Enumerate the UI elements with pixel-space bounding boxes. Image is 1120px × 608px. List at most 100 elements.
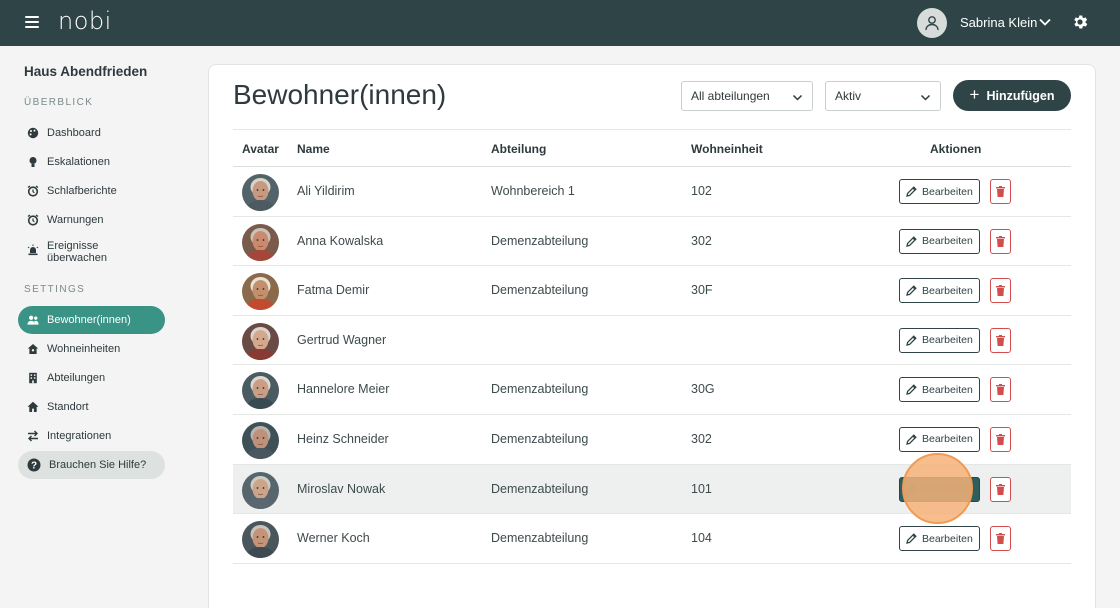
pencil-icon [906, 186, 917, 197]
table-row: Anna Kowalska Demenzabteilung 302 Bearbe… [233, 217, 1071, 267]
resident-avatar [242, 322, 279, 360]
department-filter-select[interactable]: All abteilungen [681, 81, 813, 111]
edit-button-label: Bearbeiten [922, 383, 973, 396]
sidebar-item-eskalationen[interactable]: Eskalationen [18, 148, 165, 176]
trash-icon [996, 186, 1005, 197]
edit-button-label: Bearbeiten [922, 185, 973, 198]
sidebar-item-integrationen[interactable]: Integrationen [18, 422, 165, 450]
sidebar-item-label: Wohneinheiten [47, 343, 121, 355]
resident-unit: 302 [691, 431, 712, 446]
delete-button[interactable] [990, 426, 1011, 452]
edit-button[interactable]: Bearbeiten [899, 377, 980, 403]
user-name[interactable]: Sabrina Klein [960, 15, 1037, 30]
table-row: Miroslav Nowak Demenzabteilung 101 Bearb… [233, 464, 1071, 515]
user-icon [925, 16, 939, 31]
alarm-clock-icon [27, 185, 39, 197]
table-row: Fatma Demir Demenzabteilung 30F Bearbeit… [233, 266, 1071, 316]
department-filter-value: All abteilungen [691, 89, 770, 103]
section-label-overview: ÜBERBLICK [24, 97, 94, 108]
swap-arrows-icon [27, 430, 39, 442]
app-logo: nobi [58, 7, 112, 35]
sidebar-item-label: Warnungen [47, 214, 104, 226]
edit-button-label: Bearbeiten [922, 532, 973, 545]
resident-avatar [242, 223, 279, 261]
sidebar-item-ereignisse[interactable]: Ereignisse überwachen [18, 238, 165, 270]
edit-button[interactable]: Bearbeiten [899, 476, 980, 502]
sidebar-item-label: Eskalationen [47, 156, 110, 168]
siren-icon [27, 244, 39, 256]
resident-unit: 104 [691, 531, 712, 546]
sidebar-item-label: Ereignisse überwachen [47, 240, 107, 264]
resident-name: Hannelore Meier [297, 382, 390, 397]
palette-icon [27, 127, 39, 139]
sidebar-item-standort[interactable]: Standort [18, 393, 165, 421]
resident-unit: 101 [691, 481, 712, 496]
delete-button[interactable] [990, 228, 1011, 254]
resident-avatar [242, 273, 279, 311]
resident-unit: 30F [691, 283, 713, 298]
pencil-icon [906, 235, 917, 247]
resident-avatar [242, 174, 279, 211]
resident-department: Demenzabteilung [491, 531, 589, 546]
edit-button[interactable]: Bearbeiten [899, 327, 980, 353]
edit-button[interactable]: Bearbeiten [899, 179, 980, 204]
plus-icon: + [969, 84, 980, 104]
edit-button[interactable]: Bearbeiten [899, 426, 980, 452]
column-header-actions: Aktionen [930, 142, 982, 156]
resident-department: Demenzabteilung [491, 283, 589, 298]
resident-department: Demenzabteilung [491, 481, 589, 496]
residents-card: Bewohner(innen) All abteilungen Aktiv + … [208, 64, 1096, 608]
delete-button[interactable] [990, 327, 1011, 353]
sidebar-item-wohneinheiten[interactable]: Wohneinheiten [18, 335, 165, 363]
sidebar-item-label: Bewohner(innen) [47, 314, 131, 326]
gear-icon[interactable] [1071, 13, 1089, 31]
delete-button[interactable] [990, 377, 1011, 403]
table-header: Avatar Name Abteilung Wohneinheit Aktion… [233, 129, 1071, 167]
delete-button[interactable] [990, 476, 1011, 502]
edit-button-label: Bearbeiten [922, 483, 973, 496]
resident-name: Ali Yildirim [297, 184, 355, 198]
delete-button[interactable] [990, 278, 1011, 304]
sidebar-item-schlafberichte[interactable]: Schlafberichte [18, 177, 165, 205]
resident-avatar [242, 421, 279, 459]
section-label-settings: SETTINGS [24, 284, 86, 295]
edit-button[interactable]: Bearbeiten [899, 526, 980, 552]
help-button[interactable]: ? Brauchen Sie Hilfe? [18, 451, 165, 479]
resident-name: Anna Kowalska [297, 233, 384, 248]
table-row: Hannelore Meier Demenzabteilung 30G Bear… [233, 365, 1071, 415]
sidebar-item-warnungen[interactable]: Warnungen [18, 206, 165, 234]
edit-button[interactable]: Bearbeiten [899, 228, 980, 254]
help-label: Brauchen Sie Hilfe? [49, 459, 147, 471]
resident-department: Demenzabteilung [491, 382, 589, 397]
trash-icon [996, 235, 1005, 247]
edit-button-label: Bearbeiten [922, 284, 973, 297]
resident-name: Miroslav Nowak [297, 481, 386, 496]
page-title: Bewohner(innen) [233, 79, 447, 110]
chevron-down-icon[interactable] [1038, 15, 1052, 29]
add-resident-button[interactable]: + Hinzufügen [953, 80, 1071, 111]
resident-avatar [242, 521, 279, 559]
alarm-clock-icon [27, 214, 39, 226]
delete-button[interactable] [990, 526, 1011, 552]
edit-button-label: Bearbeiten [922, 433, 973, 446]
trash-icon [996, 433, 1005, 445]
sidebar-item-bewohner[interactable]: Bewohner(innen) [18, 306, 165, 334]
top-bar: nobi Sabrina Klein [0, 0, 1120, 46]
status-filter-select[interactable]: Aktiv [825, 81, 941, 111]
svg-text:?: ? [31, 461, 37, 472]
residents-table: Avatar Name Abteilung Wohneinheit Aktion… [233, 129, 1071, 564]
delete-button[interactable] [990, 179, 1011, 204]
trash-icon [996, 334, 1005, 346]
sidebar-item-abteilungen[interactable]: Abteilungen [18, 364, 165, 392]
chevron-down-icon [792, 94, 803, 101]
hamburger-icon[interactable] [25, 16, 39, 28]
resident-unit: 102 [691, 184, 712, 198]
trash-icon [996, 483, 1005, 495]
resident-department: Demenzabteilung [491, 233, 589, 248]
edit-button[interactable]: Bearbeiten [899, 278, 980, 304]
sidebar-item-dashboard[interactable]: Dashboard [18, 119, 165, 147]
sidebar-item-label: Abteilungen [47, 372, 106, 384]
user-avatar[interactable] [917, 8, 947, 38]
resident-name: Fatma Demir [297, 283, 370, 298]
column-header-unit: Wohneinheit [691, 142, 763, 156]
